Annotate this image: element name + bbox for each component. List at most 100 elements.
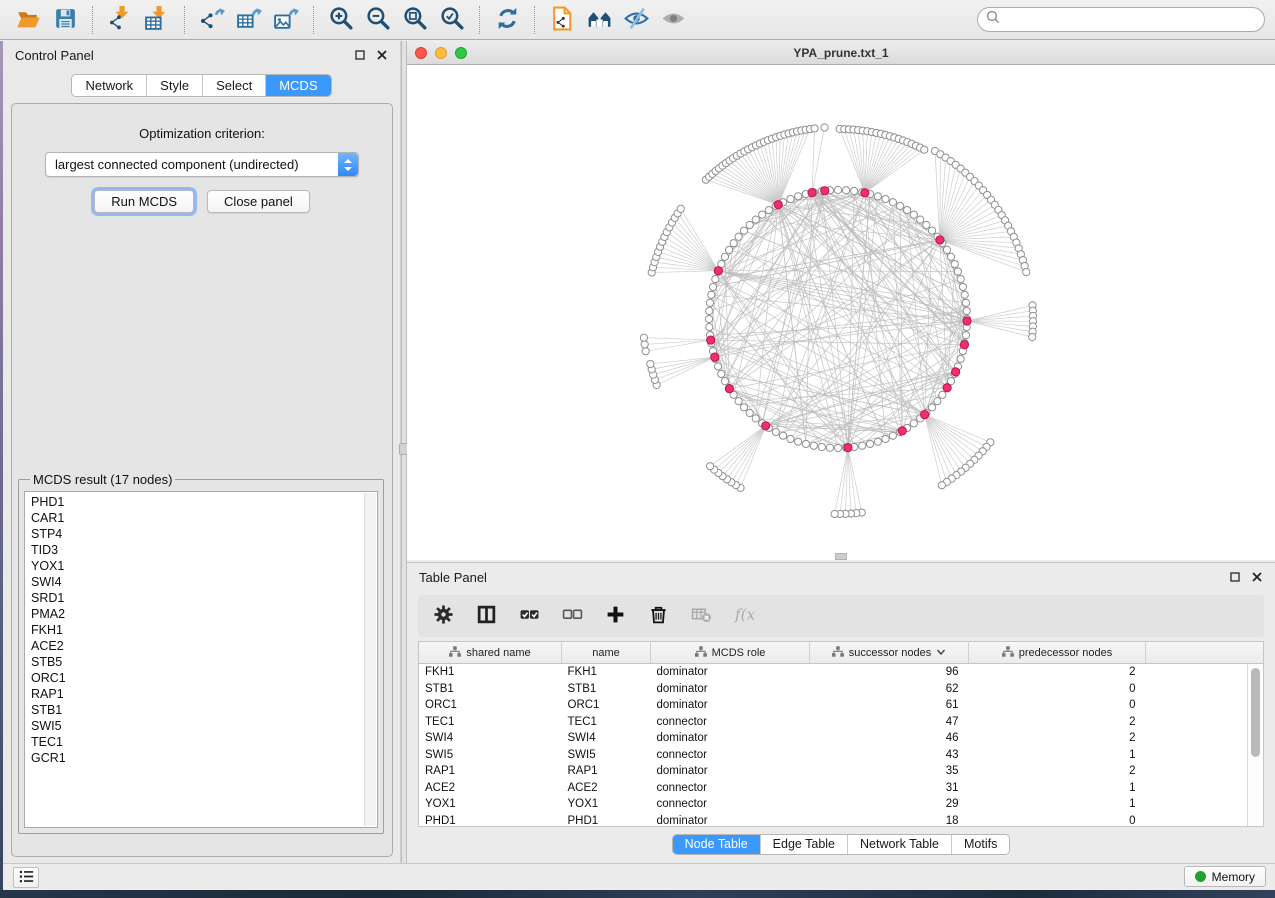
status-menu-button[interactable] <box>13 867 39 888</box>
ring-node[interactable] <box>957 355 964 362</box>
close-panel-button[interactable]: Close panel <box>207 190 310 213</box>
mcds-hub-node[interactable] <box>707 336 715 344</box>
ring-node[interactable] <box>787 195 794 202</box>
mcds-hub-node[interactable] <box>898 427 906 435</box>
ring-node[interactable] <box>834 444 841 451</box>
ring-node[interactable] <box>759 211 766 218</box>
ring-node[interactable] <box>934 398 941 405</box>
ring-node[interactable] <box>746 409 753 416</box>
leaf-node[interactable] <box>1029 333 1036 340</box>
leaf-node[interactable] <box>706 463 713 470</box>
tab-mcds[interactable]: MCDS <box>266 75 330 96</box>
search-input[interactable] <box>1005 12 1256 28</box>
mcds-hub-node[interactable] <box>963 317 971 325</box>
table-row[interactable]: YOX1YOX1connector291 <box>419 796 1264 813</box>
mcds-hub-node[interactable] <box>960 341 968 349</box>
table-row[interactable]: FKH1FKH1dominator962 <box>419 664 1264 681</box>
table-row[interactable]: SWI4SWI4dominator462 <box>419 730 1264 747</box>
ring-node[interactable] <box>752 415 759 422</box>
leaf-node[interactable] <box>821 124 828 131</box>
ring-node[interactable] <box>706 299 713 306</box>
ring-node[interactable] <box>802 440 809 447</box>
ring-node[interactable] <box>866 440 873 447</box>
zoom-fit-button[interactable] <box>397 3 434 37</box>
ring-node[interactable] <box>787 435 794 442</box>
ring-node[interactable] <box>818 443 825 450</box>
ring-node[interactable] <box>910 420 917 427</box>
tab-motifs[interactable]: Motifs <box>952 835 1009 854</box>
ring-node[interactable] <box>712 276 719 283</box>
hide-selected-button[interactable] <box>618 3 655 37</box>
ring-node[interactable] <box>951 260 958 267</box>
ring-node[interactable] <box>928 227 935 234</box>
leaf-node[interactable] <box>677 205 684 212</box>
unselect-all-button[interactable] <box>561 605 583 627</box>
refresh-view-button[interactable] <box>489 3 526 37</box>
tab-edge-table[interactable]: Edge Table <box>761 835 848 854</box>
horizontal-splitter-grip[interactable] <box>835 553 847 560</box>
mcds-hub-node[interactable] <box>936 236 944 244</box>
mcds-hub-node[interactable] <box>711 353 719 361</box>
ring-node[interactable] <box>928 404 935 411</box>
zoom-in-button[interactable] <box>323 3 360 37</box>
tab-select[interactable]: Select <box>203 75 266 96</box>
mcds-hub-node[interactable] <box>808 189 816 197</box>
ring-node[interactable] <box>795 193 802 200</box>
close-table-panel-icon[interactable] <box>1251 571 1263 583</box>
mcds-hub-node[interactable] <box>861 189 869 197</box>
ring-node[interactable] <box>874 193 881 200</box>
mcds-hub-node[interactable] <box>774 201 782 209</box>
mcds-hub-node[interactable] <box>921 410 929 418</box>
ring-node[interactable] <box>779 432 786 439</box>
column-header-shared-name[interactable]: shared name <box>419 642 562 664</box>
ring-node[interactable] <box>735 233 742 240</box>
show-hidden-button[interactable] <box>655 3 692 37</box>
ring-node[interactable] <box>765 206 772 213</box>
table-row[interactable]: SWI5SWI5connector431 <box>419 747 1264 764</box>
ring-node[interactable] <box>746 221 753 228</box>
tab-node-table[interactable]: Node Table <box>673 835 761 854</box>
ring-node[interactable] <box>859 442 866 449</box>
import-table-button[interactable] <box>139 3 176 37</box>
column-header-name[interactable]: name <box>562 642 651 664</box>
ring-node[interactable] <box>889 199 896 206</box>
close-panel-icon[interactable] <box>376 49 388 61</box>
ring-node[interactable] <box>705 315 712 322</box>
ring-node[interactable] <box>826 444 833 451</box>
ring-node[interactable] <box>904 206 911 213</box>
ring-node[interactable] <box>947 253 954 260</box>
leaf-node[interactable] <box>642 348 649 355</box>
ring-node[interactable] <box>957 276 964 283</box>
ring-node[interactable] <box>874 438 881 445</box>
result-list-scrollbar[interactable] <box>364 493 376 826</box>
zoom-out-button[interactable] <box>360 3 397 37</box>
ring-node[interactable] <box>752 216 759 223</box>
mcds-hub-node[interactable] <box>714 267 722 275</box>
leaf-node[interactable] <box>647 360 654 367</box>
network-canvas[interactable] <box>407 65 1275 560</box>
ring-node[interactable] <box>721 378 728 385</box>
column-header-MCDS-role[interactable]: MCDS role <box>651 642 810 664</box>
ring-node[interactable] <box>740 227 747 234</box>
ring-node[interactable] <box>943 246 950 253</box>
ring-node[interactable] <box>843 187 850 194</box>
ring-node[interactable] <box>725 246 732 253</box>
leaf-node[interactable] <box>640 334 647 341</box>
ring-node[interactable] <box>714 363 721 370</box>
mcds-hub-node[interactable] <box>725 385 733 393</box>
ring-node[interactable] <box>795 438 802 445</box>
add-column-button[interactable] <box>604 605 626 627</box>
table-row[interactable]: ACE2ACE2connector311 <box>419 780 1264 797</box>
ring-node[interactable] <box>718 370 725 377</box>
export-table-button[interactable] <box>231 3 268 37</box>
ring-node[interactable] <box>959 283 966 290</box>
ring-node[interactable] <box>961 291 968 298</box>
ring-node[interactable] <box>834 186 841 193</box>
mcds-hub-node[interactable] <box>844 444 852 452</box>
ring-node[interactable] <box>962 332 969 339</box>
search-field[interactable] <box>977 7 1265 32</box>
column-header-successor-nodes[interactable]: successor nodes <box>810 642 969 664</box>
leaf-node[interactable] <box>641 341 648 348</box>
leaf-node[interactable] <box>831 510 838 517</box>
mcds-hub-node[interactable] <box>952 368 960 376</box>
